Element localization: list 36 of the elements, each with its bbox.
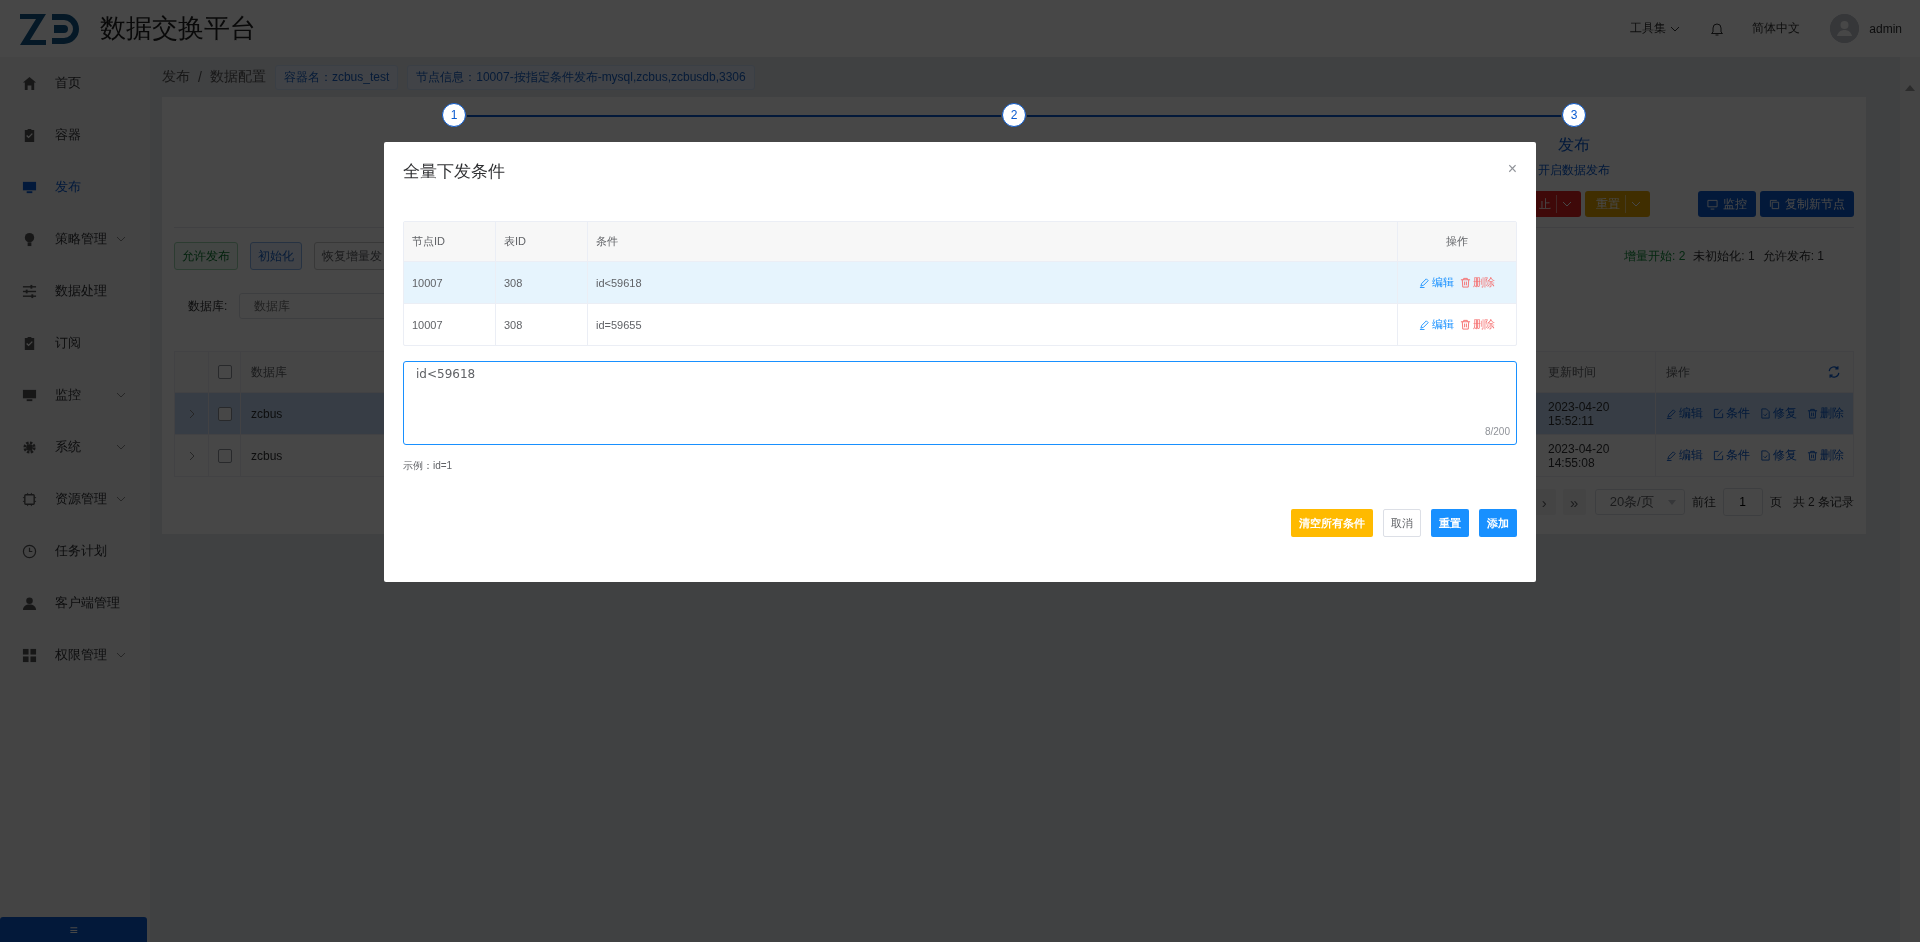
edit-link[interactable]: 编辑: [1419, 275, 1454, 290]
delete-link[interactable]: 删除: [1460, 275, 1495, 290]
delete-link[interactable]: 删除: [1460, 317, 1495, 332]
step-title: 发布: [1558, 135, 1590, 155]
table-row[interactable]: 10007 308 id=59655 编辑 删除: [404, 304, 1516, 345]
app-title: 数据交换平台: [100, 12, 256, 45]
edit-link[interactable]: 编辑: [1419, 317, 1454, 332]
column-header: 条件: [596, 234, 618, 249]
breadcrumb-separator: /: [198, 69, 202, 85]
dialog-button[interactable]: 清空所有条件: [1291, 509, 1373, 537]
table-cell: id=59655: [596, 318, 642, 331]
pencil-icon: [1419, 319, 1430, 330]
table-cell: zcbus: [251, 448, 283, 463]
column-header: 操作: [1446, 234, 1468, 249]
table-cell: 10007: [412, 276, 443, 289]
table-row[interactable]: 10007 308 id<59618 编辑 删除: [404, 262, 1516, 304]
table-cell: 308: [504, 318, 523, 331]
trash-icon: [1460, 277, 1471, 288]
column-header: 表ID: [504, 234, 526, 249]
character-counter: 8/200: [1484, 426, 1510, 437]
table-cell: 308: [504, 276, 523, 289]
table-cell: 10007: [412, 318, 443, 331]
dialog-button[interactable]: 重置: [1431, 509, 1469, 537]
dialog-title: 全量下发条件: [403, 160, 505, 183]
dialog-button[interactable]: 添加: [1479, 509, 1517, 537]
example-hint: 示例：id=1: [403, 459, 454, 473]
pencil-icon: [1419, 277, 1430, 288]
column-header: 节点ID: [412, 234, 445, 249]
dialog-button[interactable]: 取消: [1383, 509, 1421, 537]
table-cell: id<59618: [596, 276, 642, 289]
table-cell-text: 2023-04-20 14:55:08: [1548, 441, 1611, 470]
user-name[interactable]: admin: [1869, 21, 1902, 36]
step-description: 开启数据发布: [1538, 162, 1610, 179]
status-count: 增量开始: 2: [1623, 247, 1686, 265]
trash-icon: [1460, 319, 1471, 330]
close-button[interactable]: ×: [1507, 160, 1517, 184]
